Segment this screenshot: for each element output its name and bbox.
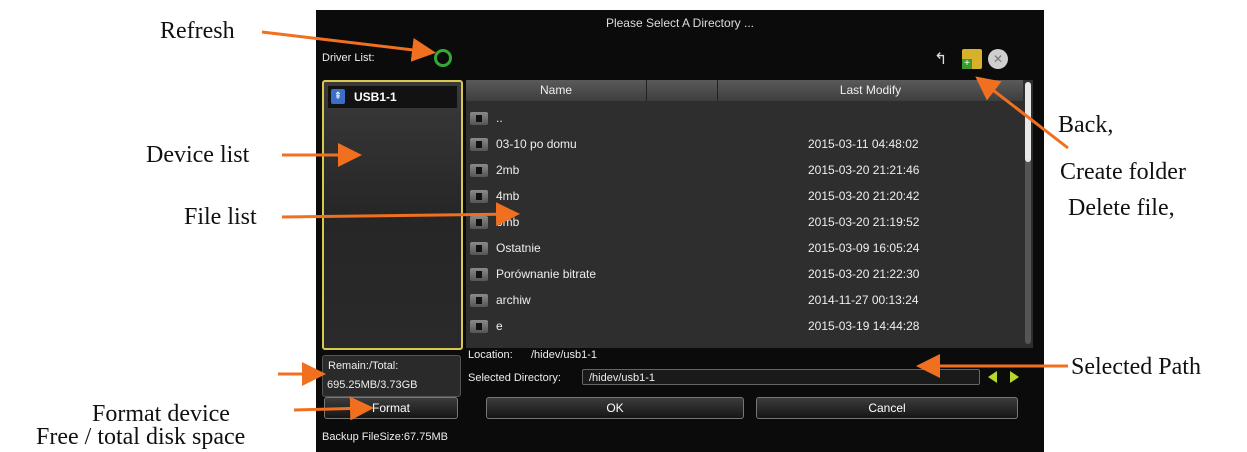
ok-button[interactable]: OK: [486, 397, 744, 419]
cancel-button[interactable]: Cancel: [756, 397, 1018, 419]
device-list: ⇞ USB1-1: [322, 80, 463, 350]
directory-dialog: Please Select A Directory ... Driver Lis…: [316, 10, 1044, 452]
selected-directory-field[interactable]: /hidev/usb1-1: [582, 369, 980, 385]
file-row[interactable]: 03-10 po domu 2015-03-11 04:48:02: [466, 132, 1023, 158]
device-label: USB1-1: [354, 90, 397, 104]
location-value: /hidev/usb1-1: [531, 349, 598, 361]
remain-label: Remain:/Total:: [328, 360, 399, 372]
file-date: 2015-03-11 04:48:02: [808, 137, 919, 151]
file-date: 2015-03-09 16:05:24: [808, 241, 920, 255]
file-row[interactable]: 2mb 2015-03-20 21:21:46: [466, 158, 1023, 184]
file-name: 03-10 po domu: [496, 137, 577, 151]
driver-list-label: Driver List:: [322, 52, 375, 64]
delete-file-icon[interactable]: ✕: [988, 49, 1008, 69]
annotation-create-folder: Create folder: [1060, 159, 1186, 185]
remain-value: 695.25MB/3.73GB: [327, 379, 418, 391]
file-date: 2015-03-19 14:44:28: [808, 319, 920, 333]
scrollbar-thumb[interactable]: [1025, 82, 1031, 162]
file-date: 2014-11-27 00:13:24: [808, 293, 919, 307]
file-date: 2015-03-20 21:19:52: [808, 215, 920, 229]
annotation-file-list: File list: [184, 204, 257, 230]
folder-icon: [470, 112, 488, 125]
file-row[interactable]: 6mb 2015-03-20 21:19:52: [466, 210, 1023, 236]
file-date: 2015-03-20 21:22:30: [808, 267, 920, 281]
close-icon: ✕: [992, 52, 1004, 66]
folder-icon: [470, 138, 488, 151]
selected-directory-label: Selected Directory:: [468, 372, 561, 384]
format-button[interactable]: Format: [324, 397, 458, 419]
annotation-free-total: Free / total disk space: [36, 424, 246, 450]
folder-icon: [470, 294, 488, 307]
file-date: 2015-03-20 21:20:42: [808, 189, 920, 203]
file-date: 2015-03-20 21:21:46: [808, 163, 920, 177]
usb-icon: ⇞: [331, 89, 345, 104]
annotation-delete-file: Delete file,: [1068, 195, 1175, 221]
annotation-device-list: Device list: [146, 142, 250, 168]
column-header-last-modify[interactable]: Last Modify: [718, 80, 1023, 101]
column-header-name[interactable]: Name: [466, 80, 647, 101]
file-row[interactable]: 4mb 2015-03-20 21:20:42: [466, 184, 1023, 210]
file-name: Ostatnie: [496, 241, 541, 255]
arrow-left-icon[interactable]: [988, 371, 997, 383]
back-icon[interactable]: ↰: [934, 51, 952, 69]
backup-filesize: Backup FileSize:67.75MB: [322, 431, 448, 443]
file-list-header: Name Last Modify: [466, 80, 1023, 101]
folder-icon: [470, 190, 488, 203]
folder-icon: [470, 268, 488, 281]
file-name: 6mb: [496, 215, 520, 229]
folder-icon: [470, 242, 488, 255]
annotation-selected-path: Selected Path: [1071, 354, 1201, 380]
create-folder-icon[interactable]: +: [962, 49, 982, 69]
file-name: e: [496, 319, 503, 333]
folder-icon: [470, 164, 488, 177]
file-list-scrollbar[interactable]: [1025, 82, 1031, 344]
disk-space-panel: Remain:/Total: 695.25MB/3.73GB: [322, 355, 461, 397]
file-name: Porównanie bitrate: [496, 267, 597, 281]
file-name: 2mb: [496, 163, 520, 177]
arrow-right-icon[interactable]: [1010, 371, 1019, 383]
file-name: 4mb: [496, 189, 520, 203]
annotation-refresh: Refresh: [160, 18, 235, 44]
file-row[interactable]: archiw 2014-11-27 00:13:24: [466, 288, 1023, 314]
folder-icon: [470, 216, 488, 229]
file-row[interactable]: e 2015-03-19 14:44:28: [466, 314, 1023, 348]
file-row[interactable]: Porównanie bitrate 2015-03-20 21:22:30: [466, 262, 1023, 288]
dialog-title: Please Select A Directory ...: [605, 16, 755, 30]
file-row[interactable]: Ostatnie 2015-03-09 16:05:24: [466, 236, 1023, 262]
file-row[interactable]: ..: [466, 106, 1023, 132]
file-name: archiw: [496, 293, 531, 307]
refresh-icon[interactable]: [434, 49, 452, 67]
plus-icon: +: [962, 59, 972, 69]
annotation-format-device: Format device: [92, 401, 230, 427]
location-label: Location:: [468, 349, 513, 361]
column-header-blank: [647, 80, 718, 101]
annotation-back: Back,: [1058, 112, 1114, 138]
device-item-usb1-1[interactable]: ⇞ USB1-1: [328, 86, 457, 108]
file-name: ..: [496, 111, 503, 125]
file-list: Name Last Modify .. 03-10 po domu 2015-03…: [466, 80, 1033, 348]
folder-icon: [470, 320, 488, 333]
